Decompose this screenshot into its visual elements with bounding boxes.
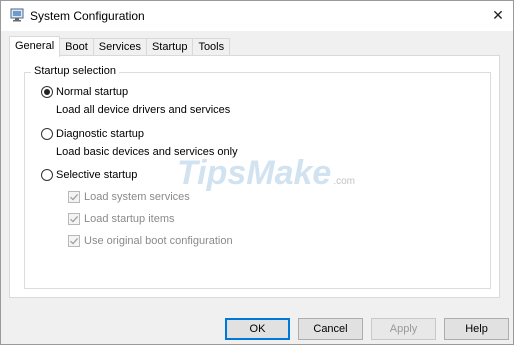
diagnostic-startup-label: Diagnostic startup xyxy=(56,128,145,140)
help-button[interactable]: Help xyxy=(444,318,509,340)
selective-startup-label: Selective startup xyxy=(56,169,138,181)
radio-unselected[interactable] xyxy=(41,128,53,140)
checkmark-icon[interactable] xyxy=(68,235,80,247)
tab-general[interactable]: General xyxy=(9,36,61,57)
tab-boot[interactable]: Boot xyxy=(59,38,94,56)
close-button[interactable]: ✕ xyxy=(483,1,513,31)
cancel-button[interactable]: Cancel xyxy=(298,318,363,340)
checkmark-icon[interactable] xyxy=(68,191,80,203)
tab-strip: General Boot Services Startup Tools xyxy=(9,36,231,57)
tab-tools[interactable]: Tools xyxy=(192,38,231,56)
load-startup-items-label: Load startup items xyxy=(84,213,175,225)
load-system-services-checkbox[interactable]: Load system services xyxy=(68,191,190,203)
tab-services[interactable]: Services xyxy=(92,38,147,56)
load-startup-items-checkbox[interactable]: Load startup items xyxy=(68,213,175,225)
startup-selection-legend: Startup selection xyxy=(31,65,119,77)
radio-unselected[interactable] xyxy=(41,169,53,181)
normal-startup-radio[interactable]: Normal startup xyxy=(41,86,128,98)
general-tab-panel: Startup selection Normal startup Load al… xyxy=(9,55,500,298)
selective-startup-radio[interactable]: Selective startup xyxy=(41,169,137,181)
use-original-boot-configuration-checkbox[interactable]: Use original boot configuration xyxy=(68,235,233,247)
title-bar[interactable]: System Configuration ✕ xyxy=(1,1,513,31)
normal-startup-description: Load all device drivers and services xyxy=(56,104,231,116)
checkmark-icon[interactable] xyxy=(68,213,80,225)
ok-button[interactable]: OK xyxy=(225,318,290,340)
use-original-boot-configuration-label: Use original boot configuration xyxy=(84,235,233,247)
system-configuration-window: System Configuration ✕ General Boot Serv… xyxy=(0,0,514,345)
tab-startup[interactable]: Startup xyxy=(145,38,194,56)
normal-startup-label: Normal startup xyxy=(56,86,129,98)
window-title: System Configuration xyxy=(30,9,145,23)
load-system-services-label: Load system services xyxy=(84,191,190,203)
diagnostic-startup-radio[interactable]: Diagnostic startup xyxy=(41,128,144,140)
startup-selection-group: Startup selection Normal startup Load al… xyxy=(24,65,491,289)
diagnostic-startup-description: Load basic devices and services only xyxy=(56,146,238,158)
radio-selected[interactable] xyxy=(41,86,53,98)
close-icon: ✕ xyxy=(492,8,504,24)
apply-button[interactable]: Apply xyxy=(371,318,436,340)
system-configuration-icon xyxy=(10,8,24,22)
